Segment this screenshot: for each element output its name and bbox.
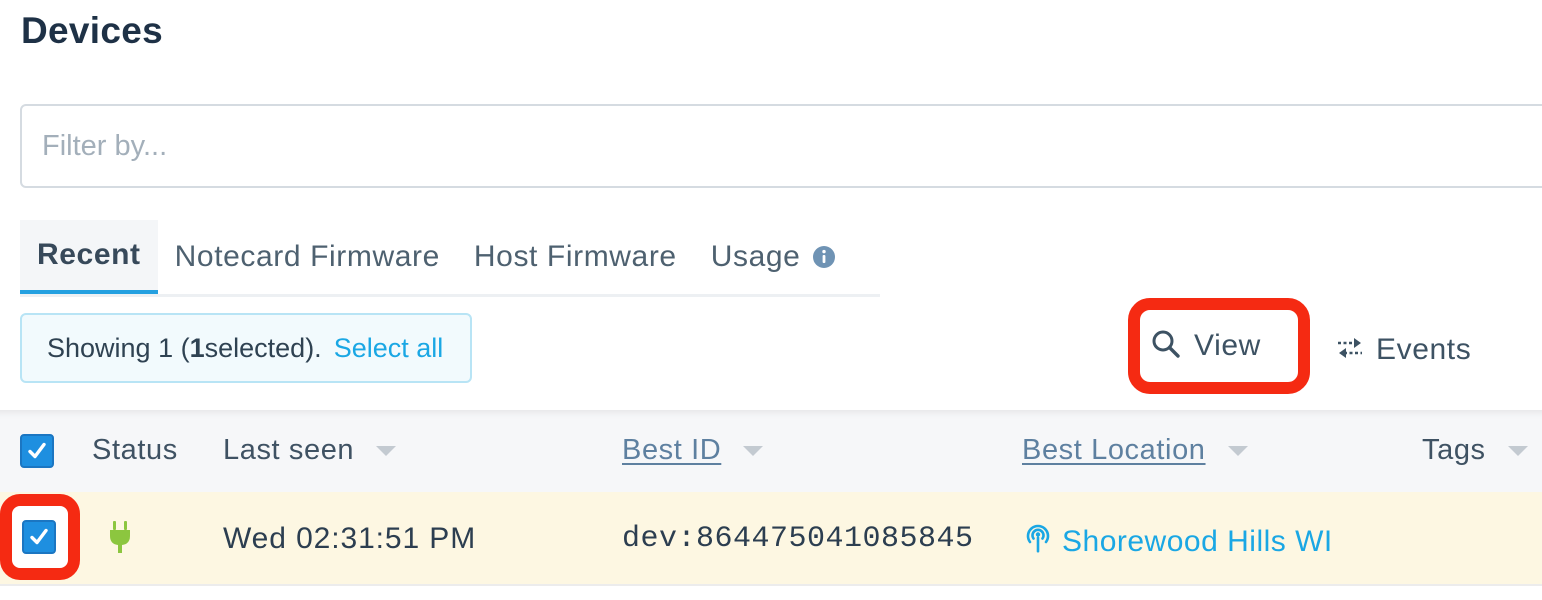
column-tags-label: Tags bbox=[1422, 434, 1486, 466]
tab-notecard-firmware[interactable]: Notecard Firmware bbox=[158, 220, 457, 294]
column-header-best-id[interactable]: Best ID bbox=[622, 434, 764, 467]
column-header-best-location[interactable]: Best Location bbox=[1022, 434, 1248, 467]
best-id-cell: dev:864475041085845 bbox=[622, 522, 974, 556]
tab-usage-label: Usage bbox=[710, 240, 801, 273]
best-location-cell: Shorewood Hills WI bbox=[1024, 522, 1333, 562]
row-checkbox[interactable] bbox=[22, 520, 56, 554]
table-header: Status Last seen Best ID Best Location T… bbox=[0, 410, 1542, 492]
tab-notecard-firmware-label: Notecard Firmware bbox=[174, 240, 440, 273]
select-all-checkbox[interactable] bbox=[20, 434, 54, 468]
column-status-label: Status bbox=[92, 434, 178, 466]
sort-caret-icon[interactable] bbox=[1507, 445, 1528, 456]
selection-suffix: selected). bbox=[204, 332, 322, 363]
sort-caret-icon[interactable] bbox=[1227, 445, 1248, 456]
column-header-tags[interactable]: Tags bbox=[1422, 434, 1528, 467]
selection-count: 1 bbox=[189, 332, 205, 363]
info-icon[interactable] bbox=[812, 245, 836, 269]
view-button-label: View bbox=[1194, 329, 1261, 362]
plug-icon bbox=[108, 520, 132, 556]
selection-prefix: Showing 1 ( bbox=[47, 332, 190, 363]
cell-tower-icon bbox=[1024, 522, 1052, 562]
checkmark-icon bbox=[28, 442, 46, 459]
column-header-status: Status bbox=[92, 434, 178, 467]
column-header-last-seen[interactable]: Last seen bbox=[223, 434, 397, 467]
select-all-link[interactable]: Select all bbox=[334, 333, 444, 364]
tab-host-firmware[interactable]: Host Firmware bbox=[457, 220, 694, 294]
tab-host-firmware-label: Host Firmware bbox=[473, 240, 677, 273]
page-title: Devices bbox=[21, 10, 163, 51]
selection-summary: Showing 1 (1 selected). Select all bbox=[20, 313, 472, 383]
events-button-label: Events bbox=[1376, 333, 1472, 366]
arrows-exchange-icon bbox=[1336, 336, 1364, 365]
column-last-seen-label: Last seen bbox=[223, 434, 355, 466]
view-button[interactable]: View bbox=[1128, 298, 1310, 394]
column-best-id-label[interactable]: Best ID bbox=[622, 434, 721, 467]
tab-usage[interactable]: Usage bbox=[694, 220, 854, 294]
checkmark-icon bbox=[30, 528, 48, 545]
tab-recent-label: Recent bbox=[37, 238, 141, 271]
search-icon bbox=[1150, 328, 1182, 365]
location-link[interactable]: Shorewood Hills WI bbox=[1062, 525, 1333, 559]
events-button[interactable]: Events bbox=[1336, 330, 1471, 370]
sort-caret-icon[interactable] bbox=[376, 445, 397, 456]
filter-input[interactable] bbox=[20, 104, 1542, 188]
tab-bar: Recent Notecard Firmware Host Firmware U… bbox=[20, 220, 880, 297]
last-seen-cell: Wed 02:31:51 PM bbox=[223, 522, 477, 555]
sort-caret-icon[interactable] bbox=[743, 445, 764, 456]
table-row[interactable]: Wed 02:31:51 PM dev:864475041085845 Shor… bbox=[0, 492, 1542, 586]
column-best-location-label[interactable]: Best Location bbox=[1022, 434, 1206, 467]
tab-recent[interactable]: Recent bbox=[20, 220, 158, 294]
